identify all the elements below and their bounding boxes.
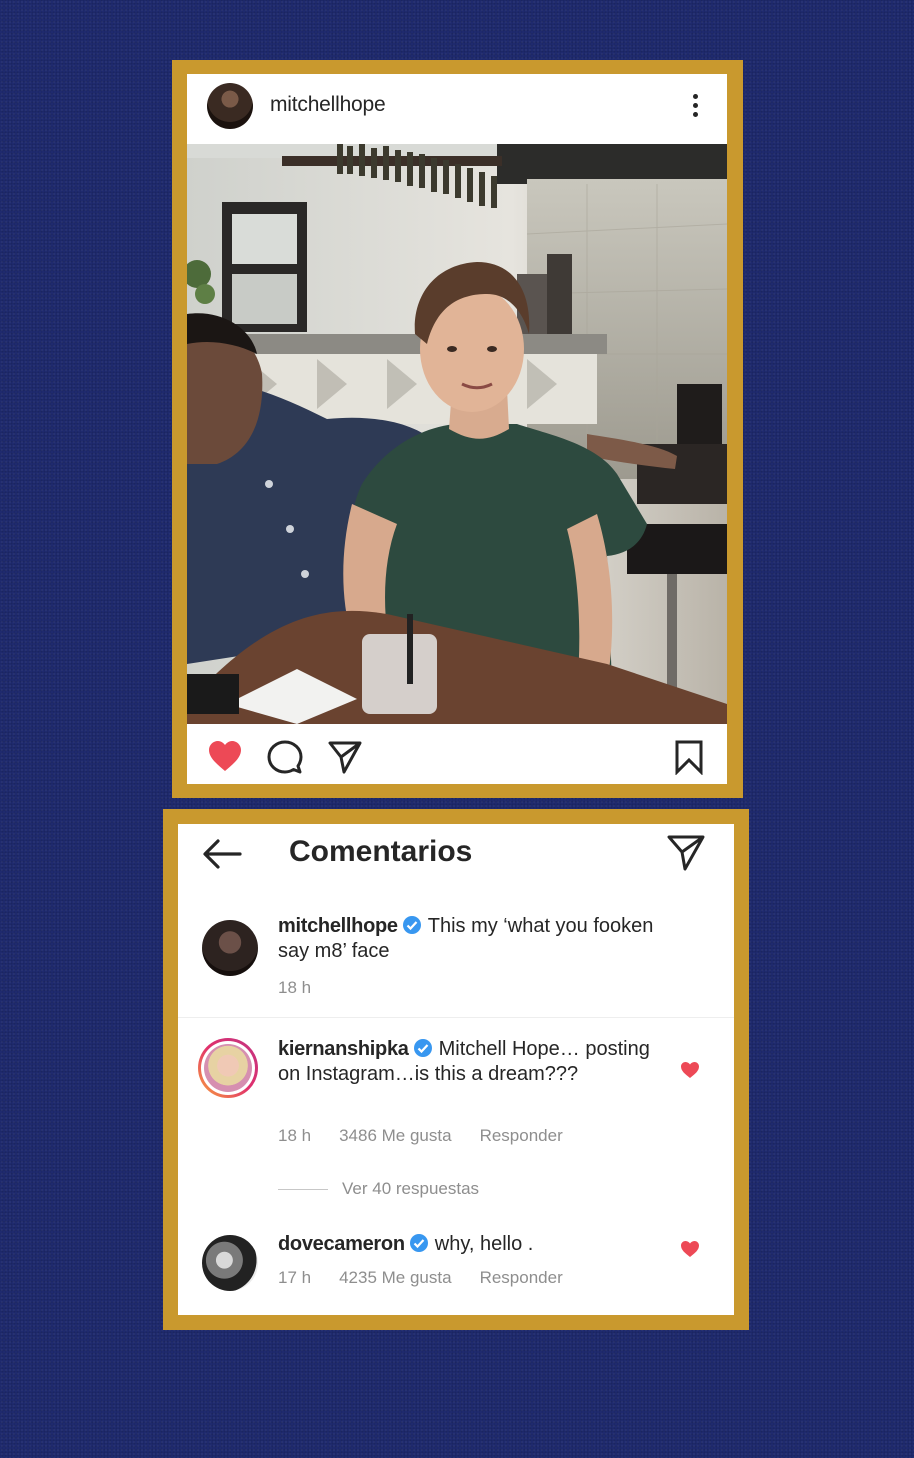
avatar: [204, 1044, 252, 1092]
comment-username[interactable]: kiernanshipka: [278, 1038, 409, 1060]
instagram-post: mitchellhope: [187, 74, 727, 784]
comment-meta: 18 h: [278, 978, 339, 998]
comment-text: why, hello .: [434, 1233, 534, 1255]
share-send-icon[interactable]: [666, 832, 706, 872]
comments-header: Comentarios: [178, 824, 734, 894]
comment-meta: 18 h 3486 Me gusta Responder: [278, 1126, 591, 1146]
comment-time: 17 h: [278, 1268, 312, 1287]
verified-badge-icon: [409, 1234, 428, 1252]
save-bookmark-icon[interactable]: [671, 739, 707, 775]
comment-item: dovecameron why, hello . 17 h 4235 Me gust…: [178, 1232, 734, 1312]
comment-username[interactable]: mitchellhope: [278, 915, 398, 937]
more-options-icon[interactable]: [693, 94, 699, 120]
post-author-avatar[interactable]: [207, 83, 253, 129]
comments-frame: Comentarios mitchellhope This my ‘what yo…: [163, 809, 749, 1330]
verified-badge-icon: [413, 1039, 432, 1057]
post-header: mitchellhope: [187, 74, 727, 144]
post-username[interactable]: mitchellhope: [270, 93, 386, 117]
post-frame: mitchellhope: [172, 60, 743, 798]
reply-button[interactable]: Responder: [480, 1268, 563, 1287]
view-replies-link[interactable]: Ver 40 respuestas: [278, 1179, 479, 1199]
view-replies-label: Ver 40 respuestas: [342, 1179, 480, 1198]
comment-icon[interactable]: [267, 739, 303, 775]
replies-line: [278, 1189, 328, 1191]
comment-item: kiernanshipka Mitchell Hope… posting on I…: [178, 1037, 734, 1167]
comment-likes[interactable]: 3486 Me gusta: [339, 1126, 451, 1145]
post-action-bar: [187, 724, 727, 784]
comment-time: 18 h: [278, 1126, 312, 1145]
comment-like-heart-icon[interactable]: [680, 1061, 700, 1079]
back-arrow-icon[interactable]: [200, 836, 244, 872]
comment-username[interactable]: dovecameron: [278, 1233, 405, 1255]
comments-title: Comentarios: [289, 835, 473, 868]
comments-screen: Comentarios mitchellhope This my ‘what yo…: [178, 824, 734, 1315]
verified-badge-icon: [402, 916, 421, 934]
reply-button[interactable]: Responder: [480, 1126, 563, 1145]
comment-time: 18 h: [278, 978, 312, 997]
like-heart-icon[interactable]: [207, 739, 243, 775]
share-send-icon[interactable]: [327, 739, 363, 775]
caption-comment: mitchellhope This my ‘what you fooken say…: [178, 914, 734, 1014]
avatar-story-ring[interactable]: [198, 1038, 258, 1098]
avatar[interactable]: [202, 920, 258, 976]
comment-meta: 17 h 4235 Me gusta Responder: [278, 1268, 591, 1288]
avatar[interactable]: [202, 1235, 258, 1291]
comment-like-heart-icon[interactable]: [680, 1240, 700, 1258]
comment-likes[interactable]: 4235 Me gusta: [339, 1268, 451, 1287]
divider: [178, 1017, 734, 1018]
post-photo[interactable]: [187, 144, 727, 724]
